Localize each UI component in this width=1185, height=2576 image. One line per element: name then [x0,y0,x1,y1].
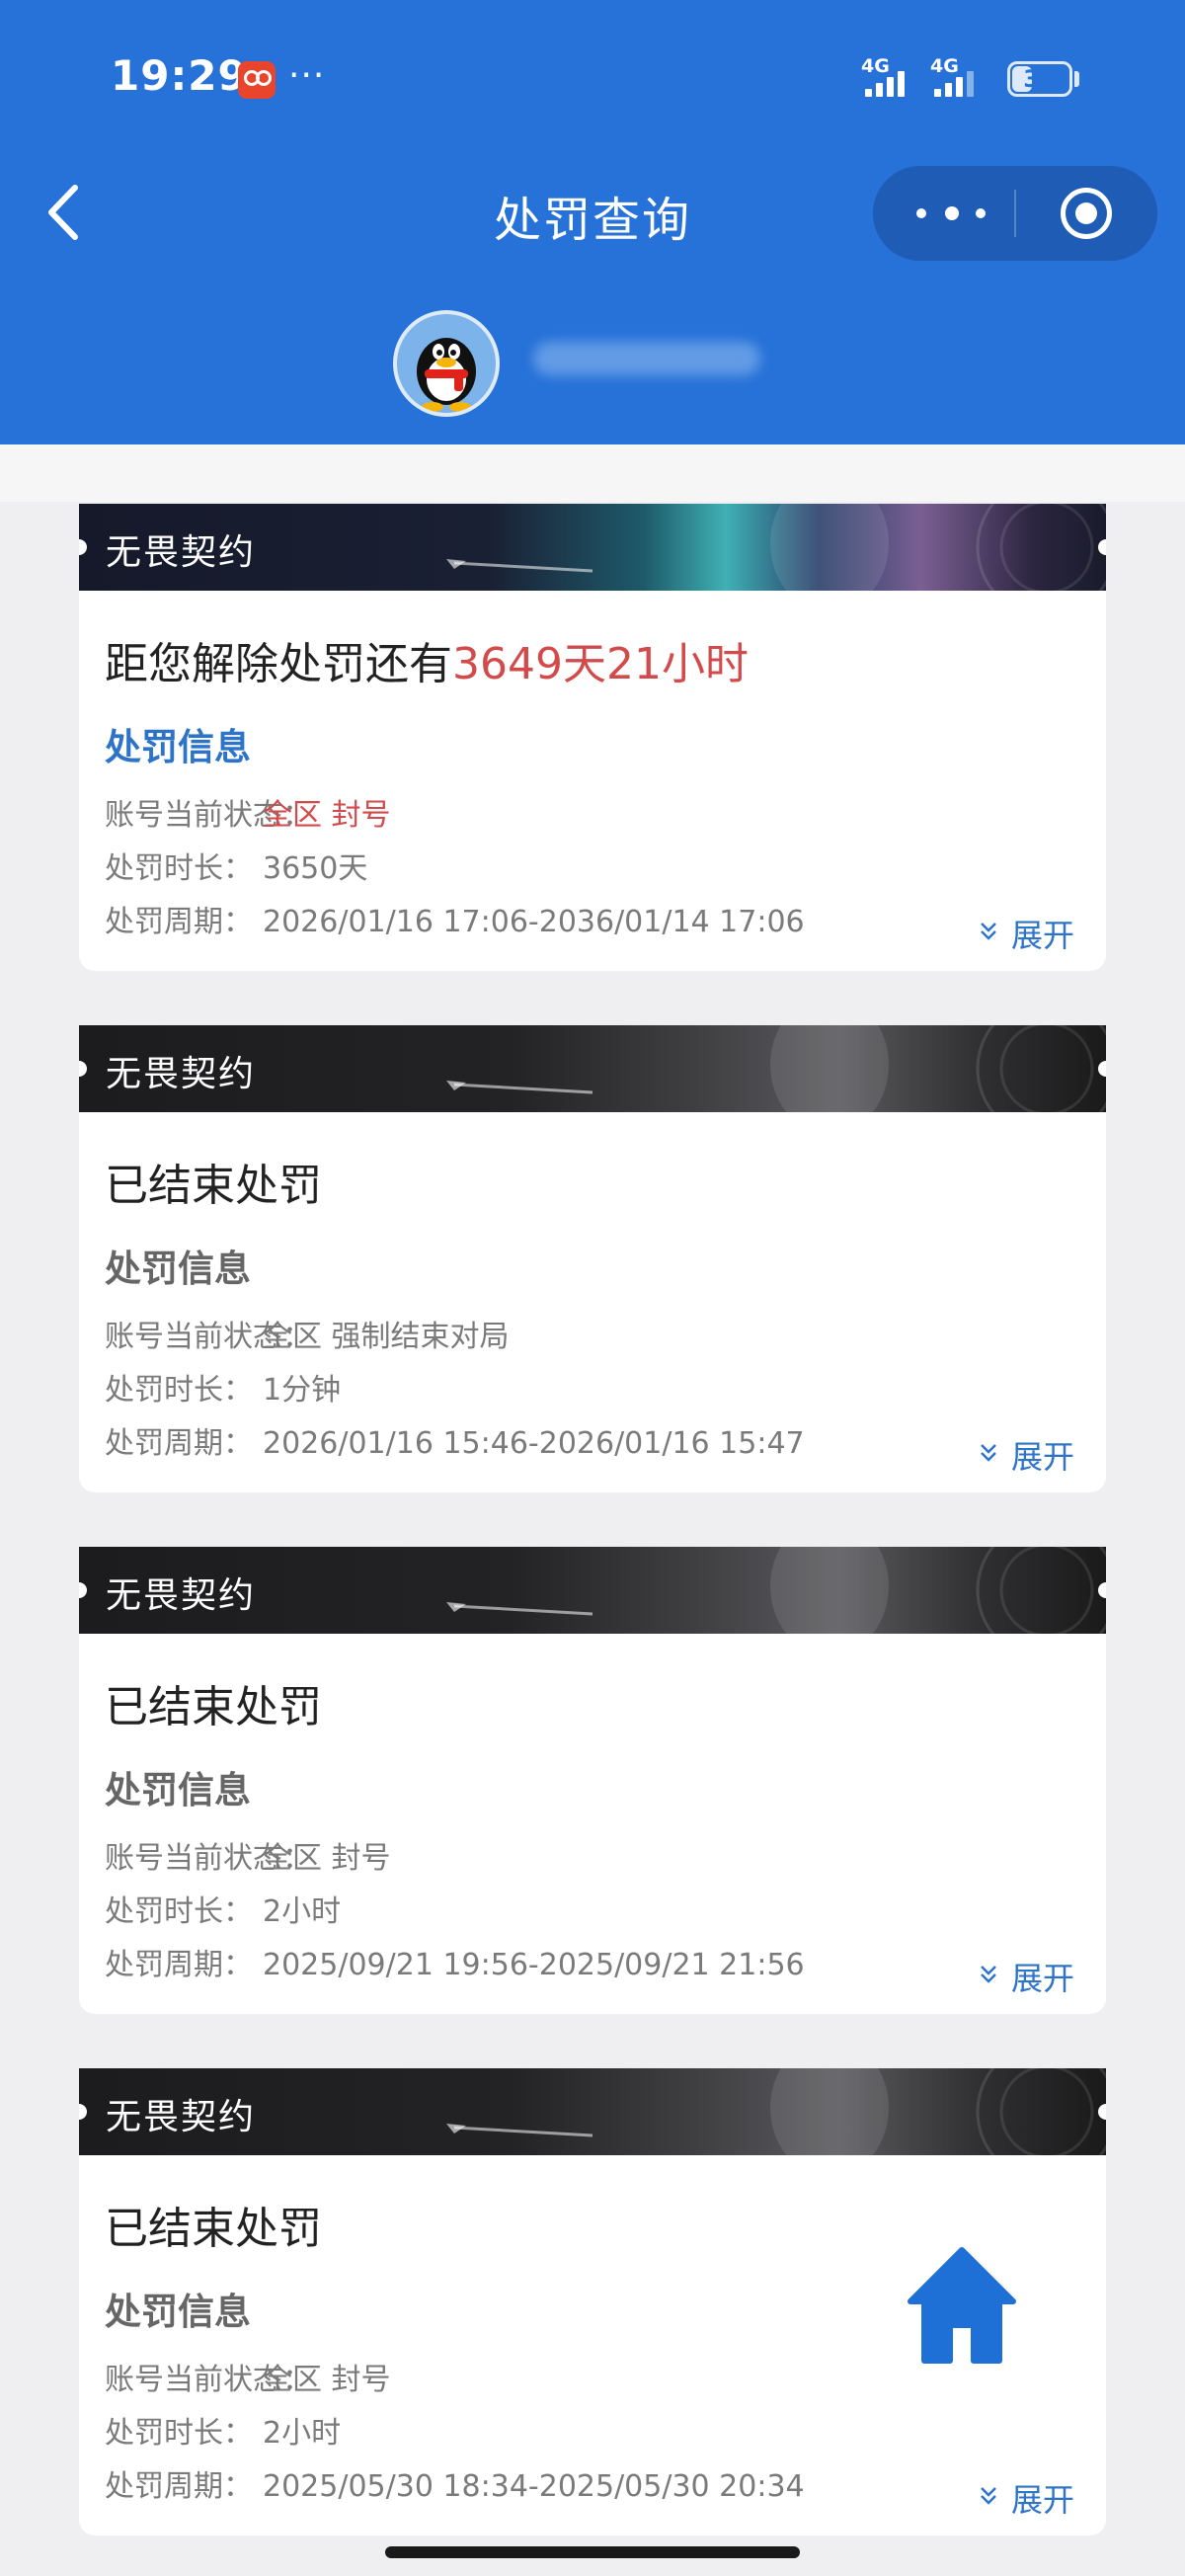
duration-label: 处罚时长： [105,851,253,886]
status-value: 全区 封号 [263,2363,391,2397]
game-name: 无畏契约 [106,1575,257,1616]
network-type-1: 4G [861,55,890,77]
status-value: 全区 强制结束对局 [263,1320,510,1354]
period-value: 2026/01/16 17:06-2036/01/14 17:06 [263,905,805,939]
period-row: 处罚周期： 2026/01/16 15:46-2026/01/16 15:47 [105,1418,805,1462]
battery-icon: 35 [1007,61,1072,97]
period-row: 处罚周期： 2025/09/21 19:56-2025/09/21 21:56 [105,1940,805,1983]
penalty-headline: 已结束处罚 [105,1671,322,1734]
signal-icon-sim1: 4G [861,55,924,99]
battery-percent: 35 [1023,65,1057,93]
penalty-headline: 已结束处罚 [105,1150,322,1213]
penalty-record-card: 无畏契约 已结束处罚 处罚信息 账号当前状态：全区 强制结束对局 处罚时长： 1分钟 处罚周… [79,1025,1106,1492]
duration-row: 处罚时长： 2小时 [105,2408,341,2452]
expand-label: 展开 [1011,917,1075,954]
header: 19:29 ··· 4G 4G 35 处罚查询 [0,0,1185,444]
expand-label: 展开 [1011,2481,1075,2519]
period-label: 处罚周期： [105,1426,253,1461]
header-divider-bar [0,444,1185,502]
qq-penguin-avatar-icon [417,338,476,412]
countdown-remaining: 3649天21小时 [452,639,749,689]
penalty-record-card: 无畏契约 距您解除处罚还有3649天21小时 处罚信息 账号当前状态：全区 封号 处罚时… [79,504,1106,971]
headline-prefix: 已结束处罚 [105,2204,322,2254]
home-button[interactable] [907,2246,1017,2365]
penalty-headline: 已结束处罚 [105,2193,322,2256]
status-label: 账号当前状态： [105,2363,312,2397]
status-label: 账号当前状态： [105,798,312,833]
mini-program-capsule [873,166,1157,261]
double-chevron-down-icon [981,1966,996,1983]
signal-icon-sim2: 4G [930,55,993,99]
headline-prefix: 已结束处罚 [105,1161,322,1211]
game-banner: 无畏契约 [79,1025,1106,1112]
duration-row: 处罚时长： 1分钟 [105,1365,341,1409]
duration-value: 2小时 [263,2416,342,2451]
status-time: 19:29 [111,51,248,100]
avatar[interactable] [393,310,500,417]
game-banner: 无畏契约 [79,2068,1106,2155]
game-name: 无畏契约 [106,532,257,573]
period-label: 处罚周期： [105,2469,253,2504]
section-title: 处罚信息 [105,1248,251,1290]
home-icon [908,2247,1016,2364]
capsule-divider [1014,190,1016,237]
duration-label: 处罚时长： [105,2416,253,2451]
period-value: 2026/01/16 15:46-2026/01/16 15:47 [263,1426,805,1461]
game-banner: 无畏契约 [79,1547,1106,1634]
expand-button[interactable]: 展开 [978,1432,1076,1476]
double-chevron-down-icon [981,923,996,940]
period-value: 2025/09/21 19:56-2025/09/21 21:56 [263,1948,805,1982]
duration-value: 1分钟 [263,1373,342,1408]
game-name: 无畏契约 [106,1054,257,1094]
duration-label: 处罚时长： [105,1373,253,1408]
headline-prefix: 距您解除处罚还有 [105,639,452,689]
duration-row: 处罚时长： 2小时 [105,1887,341,1930]
duration-value: 3650天 [263,851,368,886]
headline-prefix: 已结束处罚 [105,1682,322,1732]
period-row: 处罚周期： 2026/01/16 17:06-2036/01/14 17:06 [105,897,805,940]
section-title: 处罚信息 [105,726,251,768]
double-chevron-down-icon [981,2487,996,2505]
penalty-headline: 距您解除处罚还有3649天21小时 [105,628,749,691]
game-name: 无畏契约 [106,2097,257,2137]
target-close-icon[interactable] [1061,188,1112,239]
expand-button[interactable]: 展开 [978,1954,1076,1997]
status-label: 账号当前状态： [105,1320,312,1354]
status-row: 账号当前状态：全区 强制结束对局 [105,1312,510,1355]
duration-row: 处罚时长： 3650天 [105,844,367,887]
more-notifications-indicator: ··· [288,55,326,96]
section-title: 处罚信息 [105,1769,251,1811]
period-label: 处罚周期： [105,1948,253,1982]
home-indicator [385,2546,800,2558]
status-value: 全区 封号 [263,798,391,833]
double-chevron-down-icon [981,1444,996,1462]
status-label: 账号当前状态： [105,1841,312,1876]
period-label: 处罚周期： [105,905,253,939]
status-row: 账号当前状态：全区 封号 [105,1833,391,1877]
app-notification-icon [238,61,276,99]
status-row: 账号当前状态：全区 封号 [105,2355,391,2398]
status-value: 全区 封号 [263,1841,391,1876]
duration-value: 2小时 [263,1894,342,1929]
section-title: 处罚信息 [105,2291,251,2333]
network-type-2: 4G [930,55,959,77]
expand-label: 展开 [1011,1438,1075,1476]
duration-label: 处罚时长： [105,1894,253,1929]
page: 19:29 ··· 4G 4G 35 处罚查询 无畏契约 距您解除处罚还有364… [0,0,1185,2576]
blurred-nickname [533,342,760,375]
more-dots-icon[interactable] [912,194,991,233]
game-banner: 无畏契约 [79,504,1106,591]
status-row: 账号当前状态：全区 封号 [105,790,391,834]
period-value: 2025/05/30 18:34-2025/05/30 20:34 [263,2469,805,2504]
expand-label: 展开 [1011,1960,1075,1997]
battery-tip [1074,71,1079,87]
period-row: 处罚周期： 2025/05/30 18:34-2025/05/30 20:34 [105,2461,805,2505]
expand-button[interactable]: 展开 [978,911,1076,954]
expand-button[interactable]: 展开 [978,2475,1076,2519]
penalty-record-card: 无畏契约 已结束处罚 处罚信息 账号当前状态：全区 封号 处罚时长： 2小时 处罚周期： 20… [79,1547,1106,2014]
